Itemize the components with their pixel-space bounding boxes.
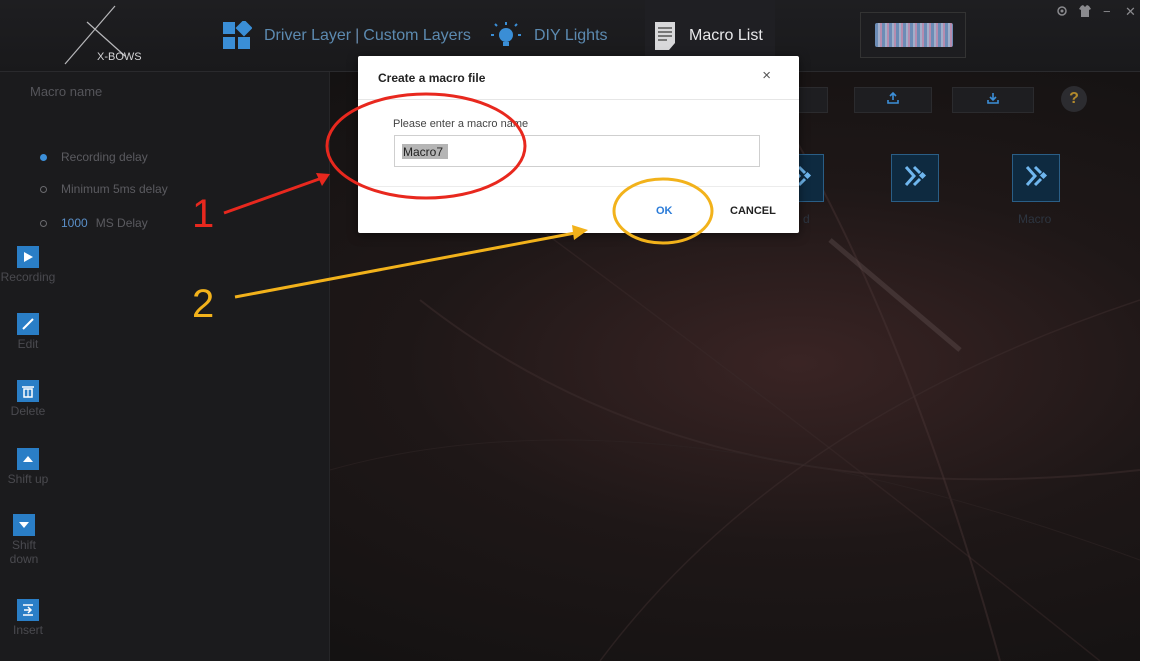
trash-icon [17,380,39,402]
option-minimum-delay[interactable]: Minimum 5ms delay [40,182,168,196]
logo-text: X-BOWS [97,51,142,63]
macro-tile-label: d [803,212,810,226]
radio-selected[interactable] [40,153,47,161]
insert-button[interactable]: Insert [0,599,56,637]
keyboard-preview-button[interactable] [860,12,966,58]
shift-up-button[interactable]: Shift up [0,448,56,486]
xbows-logo: X-BOWS [64,5,142,65]
step-number-2: 2 [192,282,215,326]
insert-label: Insert [12,623,43,637]
help-button[interactable]: ? [1061,86,1087,112]
nav-separator: | [355,27,360,44]
macro-tile-label: Macro [1018,212,1052,226]
radio-unselected[interactable] [40,185,47,193]
cancel-button[interactable]: CANCEL [730,205,776,217]
keyboard-icon [875,23,953,47]
edit-label: Edit [17,337,39,351]
macro-name-input[interactable] [394,135,760,167]
grid-icon [222,21,252,51]
macro-x-icon [902,163,928,194]
option-label: MS Delay [95,216,148,230]
radio-unselected[interactable] [40,219,47,227]
arrow-up-icon [17,448,39,470]
macro-x-icon [1023,163,1049,194]
delete-button[interactable]: Delete [0,380,56,418]
tab-driver-label: Driver Layer [264,27,352,44]
edit-button[interactable]: Edit [0,313,56,351]
recording-label: Recording [0,270,56,284]
macro-tile[interactable] [891,154,939,202]
tab-macro-list-label: Macro List [689,27,763,44]
dialog-header: Create a macro file × [358,56,799,100]
shirt-icon[interactable] [1078,4,1092,21]
minimize-button[interactable]: − [1103,4,1111,19]
insert-icon [17,599,39,621]
gear-icon[interactable] [1055,4,1069,21]
export-button[interactable] [854,87,932,113]
macro-name-label: Macro name [30,84,103,99]
macro-name-value: Macro7 [403,145,444,159]
tab-diy-lights-label: DIY Lights [534,27,608,44]
close-window-button[interactable]: ✕ [1125,4,1136,20]
option-label: Recording delay [61,150,148,164]
dialog-title: Create a macro file [378,71,486,85]
download-icon [986,91,1000,110]
light-bulb-icon [490,21,522,51]
shift-down-label: Shift down [9,538,39,566]
sidebar: Macro name Recording delay Minimum 5ms d… [0,72,330,661]
dialog-close-button[interactable]: × [762,67,771,84]
macro-tile[interactable] [1012,154,1060,202]
pencil-icon [17,313,39,335]
ok-button[interactable]: OK [656,205,673,217]
shift-down-button[interactable]: Shift down [0,514,48,566]
option-label: Minimum 5ms delay [61,182,168,196]
recording-button[interactable]: Recording [0,246,56,284]
upload-icon [886,91,900,110]
option-recording-delay[interactable]: Recording delay [40,150,148,164]
delay-value-input[interactable]: 1000 [61,216,88,230]
shift-up-label: Shift up [7,472,49,486]
macro-name-prompt: Please enter a macro name [393,118,529,130]
tab-custom-layers-label[interactable]: Custom Layers [363,27,471,45]
step-number-1: 1 [192,192,215,236]
arrow-down-icon [13,514,35,536]
import-button[interactable] [952,87,1034,113]
delete-label: Delete [10,404,46,418]
option-ms-delay[interactable]: 1000 MS Delay [40,216,148,230]
create-macro-dialog: Create a macro file × Please enter a mac… [358,56,799,233]
play-icon [17,246,39,268]
document-icon [653,21,677,51]
